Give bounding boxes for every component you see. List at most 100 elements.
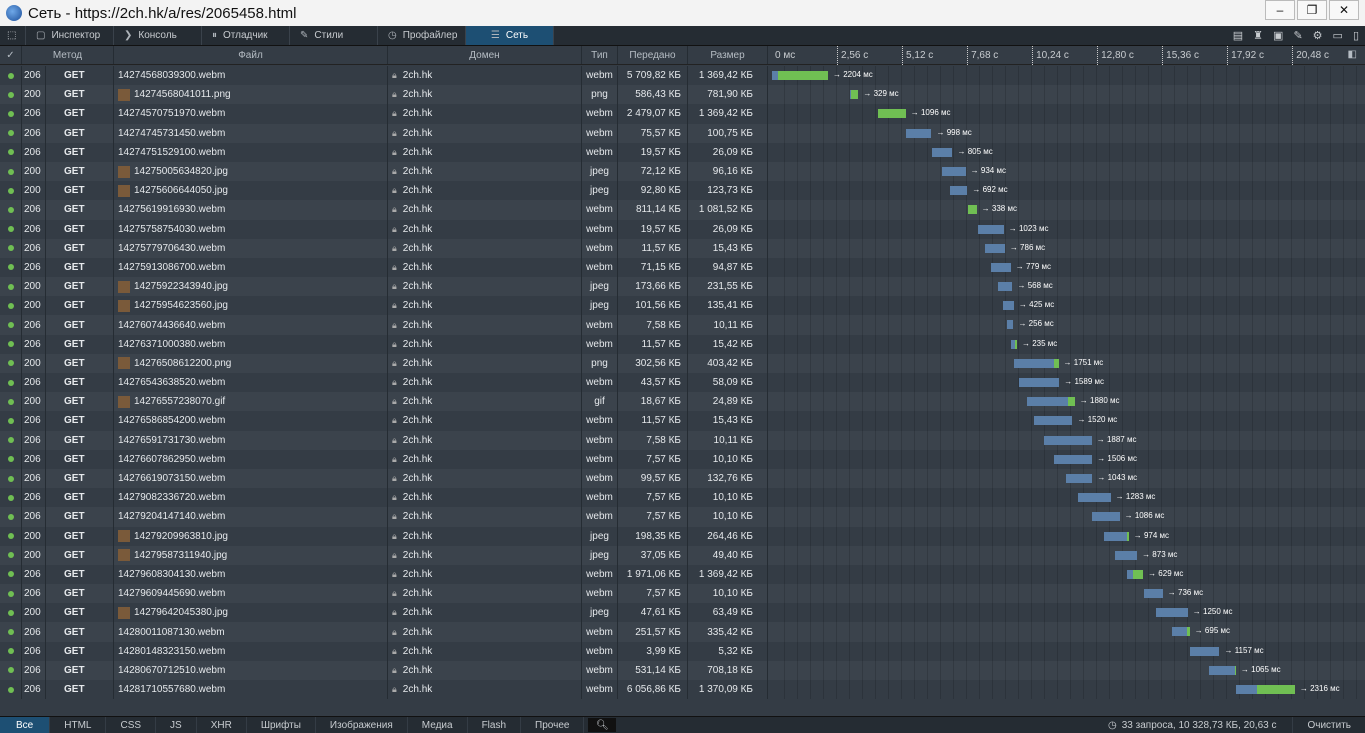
status-dot-icon [7,283,14,290]
search-filter-button[interactable]: 🔍︎ [588,718,617,732]
domain: 2ch.hk [402,357,433,369]
maximize-button[interactable]: ❐ [1297,0,1327,20]
tab-debugger[interactable]: ⏸ Отладчик [202,26,290,45]
column-size[interactable]: Размер [688,46,768,64]
close-button[interactable]: ✕ [1329,0,1359,20]
request-row[interactable]: 200 GET 14274568041011.png 🔒︎ 2ch.hk png … [0,85,1365,105]
column-transferred[interactable]: Передано [618,46,688,64]
type: jpeg [582,181,618,201]
request-row[interactable]: 206 GET 14276591731730.webm 🔒︎ 2ch.hk web… [0,430,1365,450]
status-code: 206 [22,564,46,585]
request-row[interactable]: 200 GET 14279642045380.jpg 🔒︎ 2ch.hk jpeg… [0,603,1365,623]
thumbnail-image [118,165,130,178]
filter-8[interactable]: Flash [468,717,522,733]
column-method[interactable]: Метод [22,46,114,64]
method: GET [46,411,114,431]
status-code: 206 [22,334,46,354]
dock-side-icon[interactable]: ▯ [1353,29,1359,42]
request-row[interactable]: 206 GET 14276371000380.webm 🔒︎ 2ch.hk web… [0,334,1365,354]
request-row[interactable]: 200 GET 14275922343940.jpg 🔒︎ 2ch.hk jpeg… [0,277,1365,297]
request-row[interactable]: 200 GET 14275954623560.jpg 🔒︎ 2ch.hk jpeg… [0,296,1365,316]
request-row[interactable]: 206 GET 14276586854200.webm 🔒︎ 2ch.hk web… [0,411,1365,431]
request-row[interactable]: 206 GET 14275779706430.webm 🔒︎ 2ch.hk web… [0,238,1365,258]
transferred: 11,57 КБ [618,411,688,431]
filter-7[interactable]: Медиа [408,717,468,733]
request-row[interactable]: 200 GET 14276508612200.png 🔒︎ 2ch.hk png … [0,353,1365,373]
filter-0[interactable]: Все [0,717,51,733]
tab-network[interactable]: ☰ Сеть [466,26,554,45]
filter-5[interactable]: Шрифты [247,717,316,733]
request-row[interactable]: 206 GET 14279609445690.webm 🔒︎ 2ch.hk web… [0,584,1365,604]
request-row[interactable]: 206 GET 14274751529100.webm 🔒︎ 2ch.hk web… [0,142,1365,162]
request-row[interactable]: 206 GET 14280148323150.webm 🔒︎ 2ch.hk web… [0,641,1365,661]
transferred: 7,57 КБ [618,449,688,469]
timeline-cell: → 425 мс [772,296,1365,316]
file-name: 14275922343940.jpg [134,281,228,293]
method: GET [46,66,114,86]
dock-bottom-icon[interactable]: ▭ [1333,29,1343,42]
file-name: 14279587311940.jpg [134,549,228,561]
type: webm [582,219,618,239]
request-row[interactable]: 206 GET 14279204147140.webm 🔒︎ 2ch.hk web… [0,507,1365,527]
minimize-button[interactable]: – [1265,0,1295,20]
tab-profiler[interactable]: ◷ Профайлер [378,26,466,45]
column-type[interactable]: Тип [582,46,618,64]
file-name: 14279082336720.webm [118,492,226,504]
clear-button[interactable]: Очистить [1292,717,1365,733]
paintbrush-icon[interactable]: ♜ [1253,29,1263,42]
split-console-icon[interactable]: ▤ [1233,29,1243,42]
type: jpeg [582,526,618,546]
request-row[interactable]: 206 GET 14276619073150.webm 🔒︎ 2ch.hk web… [0,468,1365,489]
gear-icon[interactable]: ⚙ [1313,29,1323,42]
column-domain[interactable]: Домен [388,46,582,64]
size: 94,87 КБ [688,257,768,278]
request-row[interactable]: 206 GET 14276607862950.webm 🔒︎ 2ch.hk web… [0,449,1365,469]
request-row[interactable]: 200 GET 14279209963810.jpg 🔒︎ 2ch.hk jpeg… [0,526,1365,546]
method: GET [46,315,114,335]
column-status[interactable]: ✓ [0,46,22,64]
request-row[interactable]: 206 GET 14274570751970.webm 🔒︎ 2ch.hk web… [0,104,1365,124]
status-dot-icon [7,245,14,252]
filter-6[interactable]: Изображения [316,717,408,733]
filter-1[interactable]: HTML [50,717,107,733]
filter-3[interactable]: JS [156,717,197,733]
method: GET [46,660,114,680]
request-row[interactable]: 206 GET 14274568039300.webm 🔒︎ 2ch.hk web… [0,66,1365,86]
request-row[interactable]: 206 GET 14275913086700.webm 🔒︎ 2ch.hk web… [0,257,1365,278]
request-row[interactable]: 206 GET 14280011087130.webm 🔒︎ 2ch.hk web… [0,622,1365,642]
tab-inspector[interactable]: ▢ Инспектор [26,26,114,45]
domain: 2ch.hk [402,453,433,465]
request-row[interactable]: 206 GET 14276074436640.webm 🔒︎ 2ch.hk web… [0,315,1365,335]
request-row[interactable]: 206 GET 14279082336720.webm 🔒︎ 2ch.hk web… [0,488,1365,508]
status-dot-icon [7,609,14,616]
collapse-panel-icon[interactable]: ◧ [1348,49,1357,60]
waiting-segment [1208,665,1235,675]
filter-2[interactable]: CSS [106,717,157,733]
filter-4[interactable]: XHR [197,717,247,733]
responsive-icon[interactable]: ▣ [1273,29,1283,42]
request-row[interactable]: 206 GET 14275619916930.webm 🔒︎ 2ch.hk web… [0,200,1365,220]
request-row[interactable]: 200 GET 14275005634820.jpg 🔒︎ 2ch.hk jpeg… [0,161,1365,182]
filter-9[interactable]: Прочее [521,717,585,733]
request-row[interactable]: 206 GET 14281710557680.webm 🔒︎ 2ch.hk web… [0,680,1365,700]
timing-bar [1011,339,1017,349]
tab-console[interactable]: ❯ Консоль [114,26,202,45]
eyedropper-icon[interactable]: ✎ [1293,29,1302,42]
element-picker-button[interactable]: ⬚ [0,26,26,45]
request-row[interactable]: 206 GET 14275758754030.webm 🔒︎ 2ch.hk web… [0,219,1365,239]
transferred: 72,12 КБ [618,161,688,182]
waiting-segment [984,243,1005,253]
request-row[interactable]: 206 GET 14279608304130.webm 🔒︎ 2ch.hk web… [0,564,1365,585]
request-row[interactable]: 200 GET 14279587311940.jpg 🔒︎ 2ch.hk jpeg… [0,545,1365,565]
request-row[interactable]: 206 GET 14274745731450.webm 🔒︎ 2ch.hk web… [0,123,1365,143]
column-file[interactable]: Файл [114,46,388,64]
request-row[interactable]: 206 GET 14280670712510.webm 🔒︎ 2ch.hk web… [0,660,1365,680]
network-icon: ☰ [490,30,500,41]
request-row[interactable]: 200 GET 14275606644050.jpg 🔒︎ 2ch.hk jpeg… [0,181,1365,201]
request-row[interactable]: 200 GET 14276557238070.gif 🔒︎ 2ch.hk gif … [0,392,1365,412]
timeline-cell: → 934 мс [772,161,1365,182]
request-row[interactable]: 206 GET 14276543638520.webm 🔒︎ 2ch.hk web… [0,373,1365,393]
method: GET [46,392,114,412]
domain: 2ch.hk [402,377,433,389]
tab-style[interactable]: ✎ Стили [290,26,378,45]
